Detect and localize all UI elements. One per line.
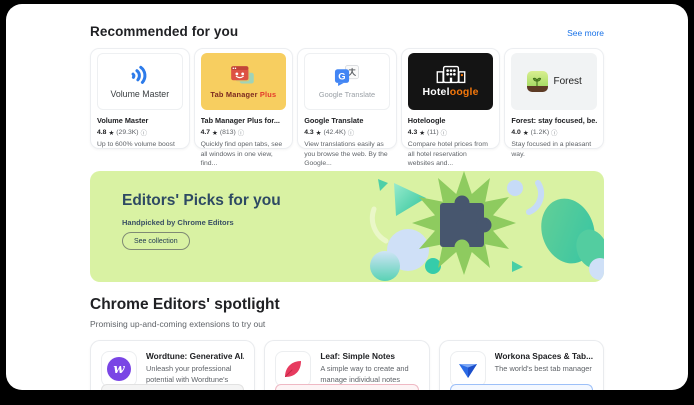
card-title: Tab Manager Plus for...	[200, 116, 280, 125]
card-description: Up to 600% volume boost	[97, 141, 175, 148]
spotlight-card-title: Workona Spaces & Tab...	[494, 351, 593, 361]
extension-card-forest[interactable]: Forest Forest: stay focused, be... 4.0 ★…	[504, 48, 604, 158]
star-icon: ★	[315, 129, 322, 137]
rating-row: 4.3 ★ (42.4K) ⓘ	[304, 128, 390, 137]
extension-card-tab-manager-plus[interactable]: Tab Manager Plus Tab Manager Plus for...…	[193, 48, 294, 167]
hoteloogle-tile-label: Hoteloogle	[422, 86, 479, 98]
forest-tile-label: Forest	[553, 76, 582, 87]
rating-value: 4.3	[304, 129, 314, 136]
wordtune-icon-tile: w	[101, 351, 137, 387]
spotlight-cards-row: w Wordtune: Generative AI... Unleash you…	[90, 340, 604, 390]
rating-count: (1.2K)	[530, 129, 550, 136]
wordtune-preview-image	[101, 384, 245, 390]
volume-waves-icon	[131, 65, 147, 84]
leaf-icon	[285, 361, 302, 377]
google-translate-tile-label: Google Translate	[318, 90, 376, 99]
workona-icon-tile	[449, 351, 486, 387]
extension-card-volume-master[interactable]: Volume Master Volume Master 4.8 ★ (29.3K…	[90, 48, 190, 149]
hoteloogle-accent: oogle	[449, 86, 479, 98]
info-icon[interactable]: ⓘ	[441, 128, 447, 137]
recommended-section-header: Recommended for you See more	[90, 24, 604, 39]
hoteloogle-tile: Hoteloogle	[407, 53, 494, 110]
chrome-web-store-page: Recommended for you See more Volume Mast…	[6, 4, 688, 390]
extension-card-google-translate[interactable]: G Google Translate Google Translate 4.3 …	[297, 48, 397, 167]
workona-pyramid-icon	[458, 363, 477, 378]
rating-value: 4.3	[407, 129, 418, 136]
forest-app-icon	[526, 71, 548, 92]
spotlight-card-title: Wordtune: Generative AI...	[146, 351, 245, 361]
rating-row: 4.3 ★ (11) ⓘ	[408, 128, 494, 137]
spotlight-card-workona[interactable]: Workona Spaces & Tab... The world's best…	[438, 340, 604, 390]
star-icon: ★	[419, 129, 426, 137]
spotlight-title: Chrome Editors' spotlight	[90, 296, 280, 313]
google-translate-tile: G Google Translate	[304, 53, 390, 110]
extension-card-hoteloogle[interactable]: Hoteloogle Hoteloogle 4.3 ★ (11) ⓘ Compa…	[400, 48, 501, 167]
hotel-building-icon	[436, 65, 465, 84]
volume-master-tile-label: Volume Master	[110, 88, 170, 99]
tab-manager-tile-label: Tab Manager Plus	[210, 89, 277, 99]
rating-value: 4.0	[511, 129, 521, 136]
info-icon[interactable]: ⓘ	[348, 128, 354, 137]
rating-value: 4.8	[97, 129, 107, 136]
workona-preview-image	[449, 384, 593, 390]
card-title: Forest: stay focused, be...	[511, 116, 597, 125]
star-icon: ★	[522, 129, 529, 137]
tab-manager-tile: Tab Manager Plus	[200, 53, 287, 110]
tab-manager-plus-accent: Plus	[259, 89, 277, 99]
card-description: Compare hotel prices from all hotel rese…	[407, 141, 488, 168]
rating-value: 4.7	[200, 129, 211, 136]
google-translate-icon: G	[334, 65, 359, 86]
card-title: Google Translate	[304, 116, 364, 125]
editors-picks-title: Editors' Picks for you	[122, 192, 281, 209]
editors-picks-banner[interactable]: Editors' Picks for you Handpicked by Chr…	[90, 171, 604, 282]
rating-row: 4.8 ★ (29.3K) ⓘ	[97, 128, 183, 137]
banner-decoration-art	[369, 171, 604, 281]
rating-row: 4.0 ★ (1.2K) ⓘ	[511, 128, 597, 137]
volume-master-tile: Volume Master	[97, 53, 183, 110]
rating-count: (29.3K)	[116, 129, 139, 136]
leaf-preview-image	[275, 384, 419, 390]
tab-stack-icon	[231, 65, 255, 84]
spotlight-card-wordtune[interactable]: w Wordtune: Generative AI... Unleash you…	[90, 340, 256, 390]
recommended-cards-row: Volume Master Volume Master 4.8 ★ (29.3K…	[90, 48, 604, 167]
recommended-title: Recommended for you	[90, 24, 239, 39]
card-description: Quickly find open tabs, see all windows …	[200, 141, 283, 168]
info-icon[interactable]: ⓘ	[141, 128, 147, 137]
card-title: Hoteloogle	[407, 116, 446, 125]
star-icon: ★	[108, 129, 115, 137]
card-description: View translations easily as you browse t…	[304, 141, 388, 168]
rating-row: 4.7 ★ (813) ⓘ	[201, 128, 287, 137]
info-icon[interactable]: ⓘ	[238, 128, 244, 137]
rating-count: (42.4K)	[323, 129, 346, 136]
rating-count: (11)	[427, 129, 439, 136]
leaf-icon-tile	[275, 351, 312, 387]
card-title: Volume Master	[97, 116, 149, 125]
editors-picks-subtitle: Handpicked by Chrome Editors	[122, 218, 234, 227]
see-more-link[interactable]: See more	[567, 28, 604, 38]
spotlight-subtitle: Promising up-and-coming extensions to tr…	[90, 319, 266, 329]
card-description: Stay focused in a pleasant way.	[511, 141, 592, 158]
spotlight-card-title: Leaf: Simple Notes	[320, 351, 396, 361]
svg-text:G: G	[338, 70, 345, 81]
spotlight-card-leaf[interactable]: Leaf: Simple Notes A simple way to creat…	[264, 340, 430, 390]
see-collection-button[interactable]: See collection	[122, 232, 190, 250]
wordtune-icon: w	[107, 357, 131, 381]
rating-count: (813)	[219, 129, 236, 136]
star-icon: ★	[212, 129, 218, 137]
forest-tile: Forest	[511, 53, 597, 110]
info-icon[interactable]: ⓘ	[551, 128, 557, 137]
spotlight-card-description: The world's best tab manager	[494, 364, 592, 373]
